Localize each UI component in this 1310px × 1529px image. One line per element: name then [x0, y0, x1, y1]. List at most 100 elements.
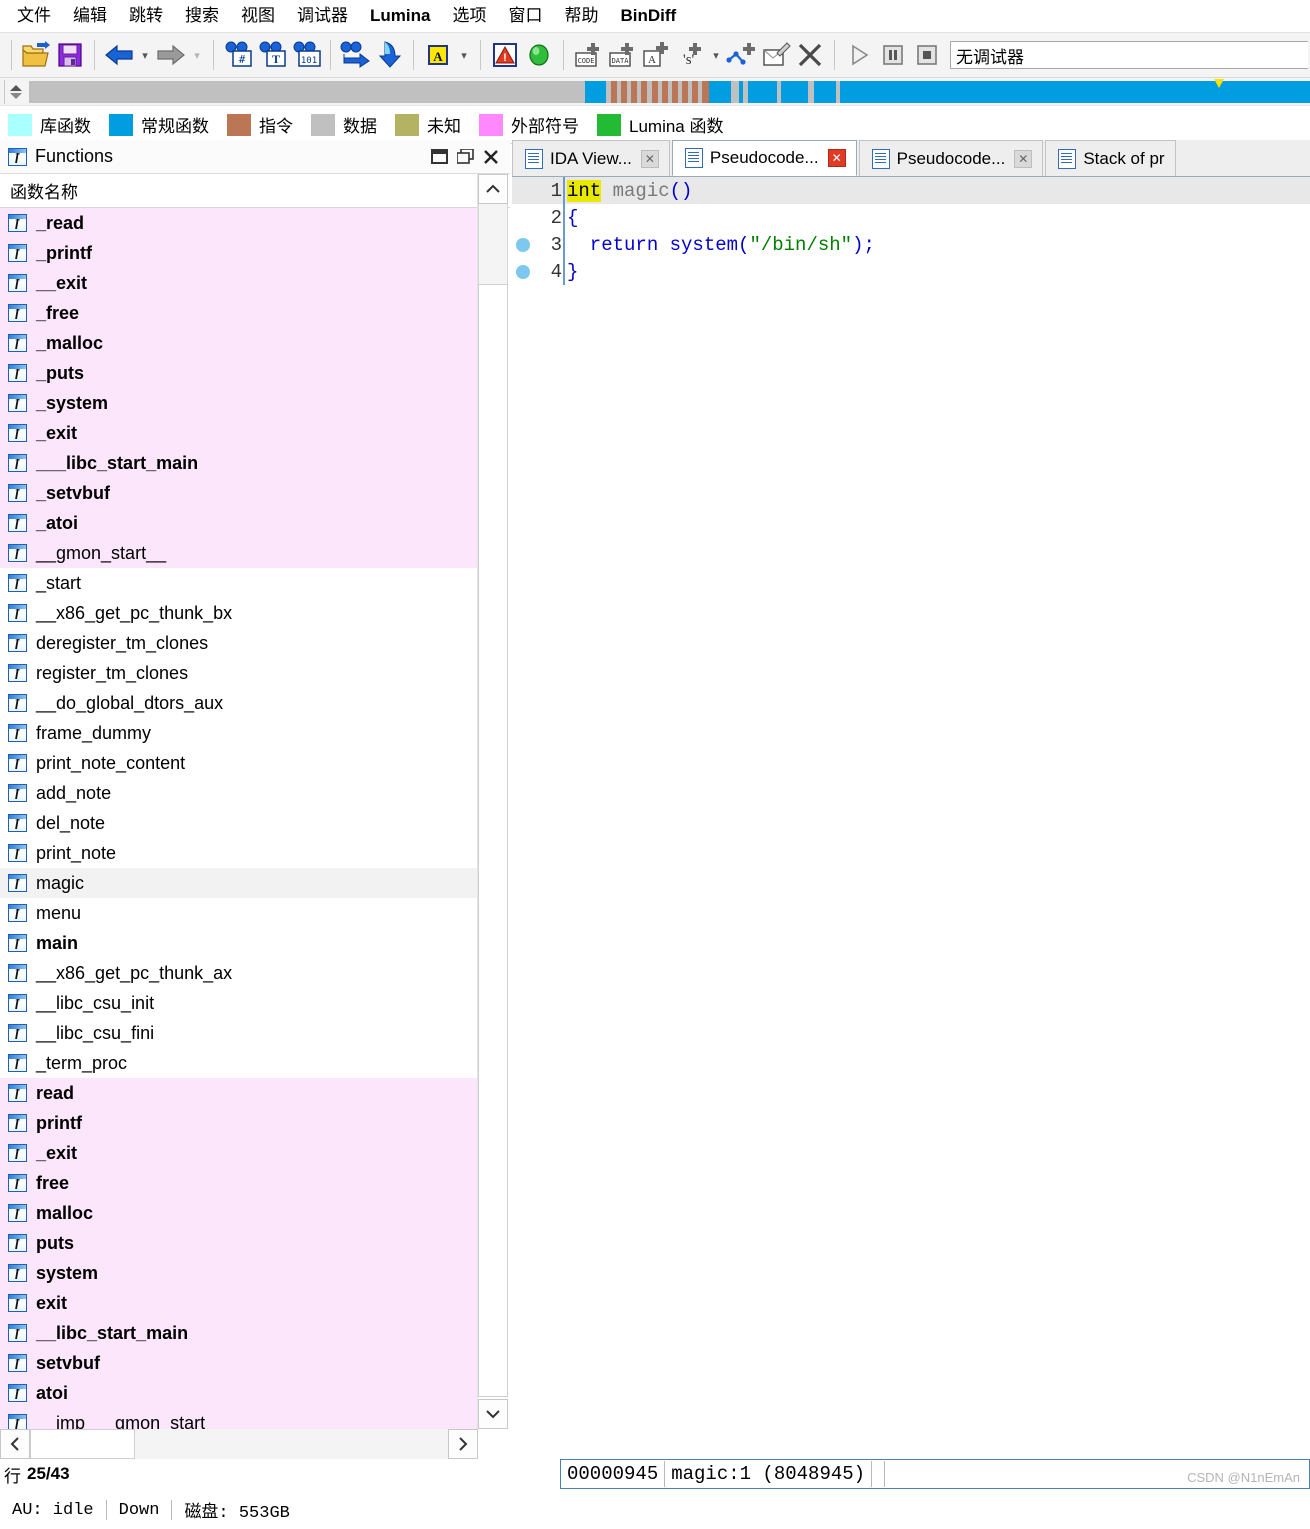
code-line[interactable]: 3 return system("/bin/sh"); [512, 231, 1310, 258]
function-list-item[interactable]: f add_note [0, 778, 478, 808]
tab-close-icon[interactable]: ✕ [1014, 149, 1033, 168]
make-data-icon[interactable]: DATA [605, 37, 639, 73]
search-immediate-icon[interactable]: 101 [289, 37, 323, 73]
function-list-item[interactable]: f register_tm_clones [0, 658, 478, 688]
edit-function-icon[interactable] [759, 37, 793, 73]
function-list-item[interactable]: f _read [0, 208, 478, 238]
function-list-item[interactable]: f setvbuf [0, 1348, 478, 1378]
restore-button[interactable] [452, 144, 478, 170]
function-list-item[interactable]: f system [0, 1258, 478, 1288]
make-code-icon[interactable]: CODE [571, 37, 605, 73]
function-list-item[interactable]: f _system [0, 388, 478, 418]
tab-2[interactable]: Pseudocode... ✕ [858, 140, 1044, 176]
tab-3[interactable]: Stack of pr [1045, 140, 1176, 176]
pseudocode-view[interactable]: 1 int magic() 2{3 return system("/bin/sh")… [512, 177, 1310, 1459]
scrollbar-track[interactable] [478, 204, 508, 284]
function-list-item[interactable]: f malloc [0, 1198, 478, 1228]
save-icon[interactable] [53, 37, 87, 73]
function-list-item[interactable]: f del_note [0, 808, 478, 838]
code-line[interactable]: 4} [512, 258, 1310, 285]
menu-item-8[interactable]: 窗口 [497, 3, 553, 29]
navigate-back-dropdown[interactable]: ▾ [136, 37, 154, 73]
function-list-item[interactable]: f _start [0, 568, 478, 598]
function-list-item[interactable]: f _atoi [0, 508, 478, 538]
ascii-mode-dropdown[interactable]: ▾ [455, 37, 473, 73]
menu-item-9[interactable]: 帮助 [553, 3, 609, 29]
function-list-item[interactable]: f print_note [0, 838, 478, 868]
function-list-item[interactable]: f _puts [0, 358, 478, 388]
scrollbar-thumb[interactable] [478, 284, 508, 1397]
tab-0[interactable]: IDA View... ✕ [512, 140, 670, 176]
maximize-button[interactable] [426, 144, 452, 170]
ascii-mode-icon[interactable]: A [421, 37, 455, 73]
functions-vertical-scrollbar[interactable] [477, 174, 508, 1429]
make-function-icon[interactable] [725, 37, 759, 73]
function-list-item[interactable]: f printf [0, 1108, 478, 1138]
function-list-item[interactable]: f __x86_get_pc_thunk_ax [0, 958, 478, 988]
function-list-item[interactable]: f __gmon_start__ [0, 538, 478, 568]
warning-icon[interactable]: ! [488, 37, 522, 73]
run-icon[interactable] [842, 37, 876, 73]
code-line[interactable]: 2{ [512, 204, 1310, 231]
menu-item-3[interactable]: 搜索 [174, 3, 230, 29]
scroll-left-button[interactable] [0, 1429, 30, 1459]
search-hex-icon[interactable]: # [221, 37, 255, 73]
navigate-back-icon[interactable] [102, 37, 136, 73]
make-string-dropdown[interactable]: ▾ [707, 37, 725, 73]
menu-item-2[interactable]: 跳转 [118, 3, 174, 29]
function-list-item[interactable]: f __imp___gmon_start__ [0, 1408, 478, 1429]
menu-item-4[interactable]: 视图 [230, 3, 286, 29]
breakpoint-marker-icon[interactable] [512, 264, 534, 279]
menu-item-1[interactable]: 编辑 [62, 3, 118, 29]
function-list-item[interactable]: f __libc_csu_fini [0, 1018, 478, 1048]
tab-close-icon[interactable]: ✕ [640, 149, 659, 168]
function-list-item[interactable]: f _printf [0, 238, 478, 268]
function-list-item[interactable]: f menu [0, 898, 478, 928]
function-list-item[interactable]: f __libc_csu_init [0, 988, 478, 1018]
make-string-icon[interactable]: 's' [673, 37, 707, 73]
function-list-item[interactable]: f __exit [0, 268, 478, 298]
make-array-icon[interactable]: A [639, 37, 673, 73]
function-list-item[interactable]: f exit [0, 1288, 478, 1318]
hscrollbar-thumb[interactable] [30, 1429, 135, 1459]
navigate-forward-dropdown[interactable]: ▾ [188, 37, 206, 73]
function-list-item[interactable]: f _setvbuf [0, 478, 478, 508]
undefine-icon[interactable] [793, 37, 827, 73]
function-list-item[interactable]: f free [0, 1168, 478, 1198]
function-list-item[interactable]: f __x86_get_pc_thunk_bx [0, 598, 478, 628]
jump-to-icon[interactable] [338, 37, 372, 73]
stop-icon[interactable] [910, 37, 944, 73]
function-list-item[interactable]: f _malloc [0, 328, 478, 358]
function-list-item[interactable]: f puts [0, 1228, 478, 1258]
function-list-item[interactable]: f __libc_start_main [0, 1318, 478, 1348]
scroll-up-button[interactable] [478, 174, 508, 204]
function-list-item[interactable]: f __do_global_dtors_aux [0, 688, 478, 718]
debugger-selector[interactable]: 无调试器 [950, 41, 1308, 69]
code-line[interactable]: 1 int magic() [512, 177, 1310, 204]
menu-item-10[interactable]: BinDiff [609, 3, 687, 29]
navband-arrows[interactable] [4, 79, 27, 104]
jump-down-icon[interactable] [372, 37, 406, 73]
search-text-icon[interactable]: T [255, 37, 289, 73]
functions-column-header[interactable]: 函数名称 [0, 174, 510, 208]
hscrollbar-track[interactable] [135, 1429, 448, 1459]
pause-icon[interactable] [876, 37, 910, 73]
functions-horizontal-scrollbar[interactable] [0, 1429, 478, 1459]
function-list-item[interactable]: f main [0, 928, 478, 958]
menu-item-5[interactable]: 调试器 [286, 3, 359, 29]
menu-item-6[interactable]: Lumina [359, 3, 441, 29]
function-list-item[interactable]: f _exit [0, 1138, 478, 1168]
menu-item-7[interactable]: 选项 [441, 3, 497, 29]
function-list-item[interactable]: f _term_proc [0, 1048, 478, 1078]
function-list-item[interactable]: f deregister_tm_clones [0, 628, 478, 658]
breakpoint-marker-icon[interactable] [512, 237, 534, 252]
function-list-item[interactable]: f print_note_content [0, 748, 478, 778]
function-list-item[interactable]: f _free [0, 298, 478, 328]
function-list-item[interactable]: f ___libc_start_main [0, 448, 478, 478]
function-list-item[interactable]: f frame_dummy [0, 718, 478, 748]
green-led-icon[interactable] [522, 37, 556, 73]
tab-close-icon[interactable]: ✕ [827, 149, 846, 167]
scroll-down-button[interactable] [478, 1399, 508, 1429]
function-list-item[interactable]: f read [0, 1078, 478, 1108]
menu-item-0[interactable]: 文件 [6, 3, 62, 29]
